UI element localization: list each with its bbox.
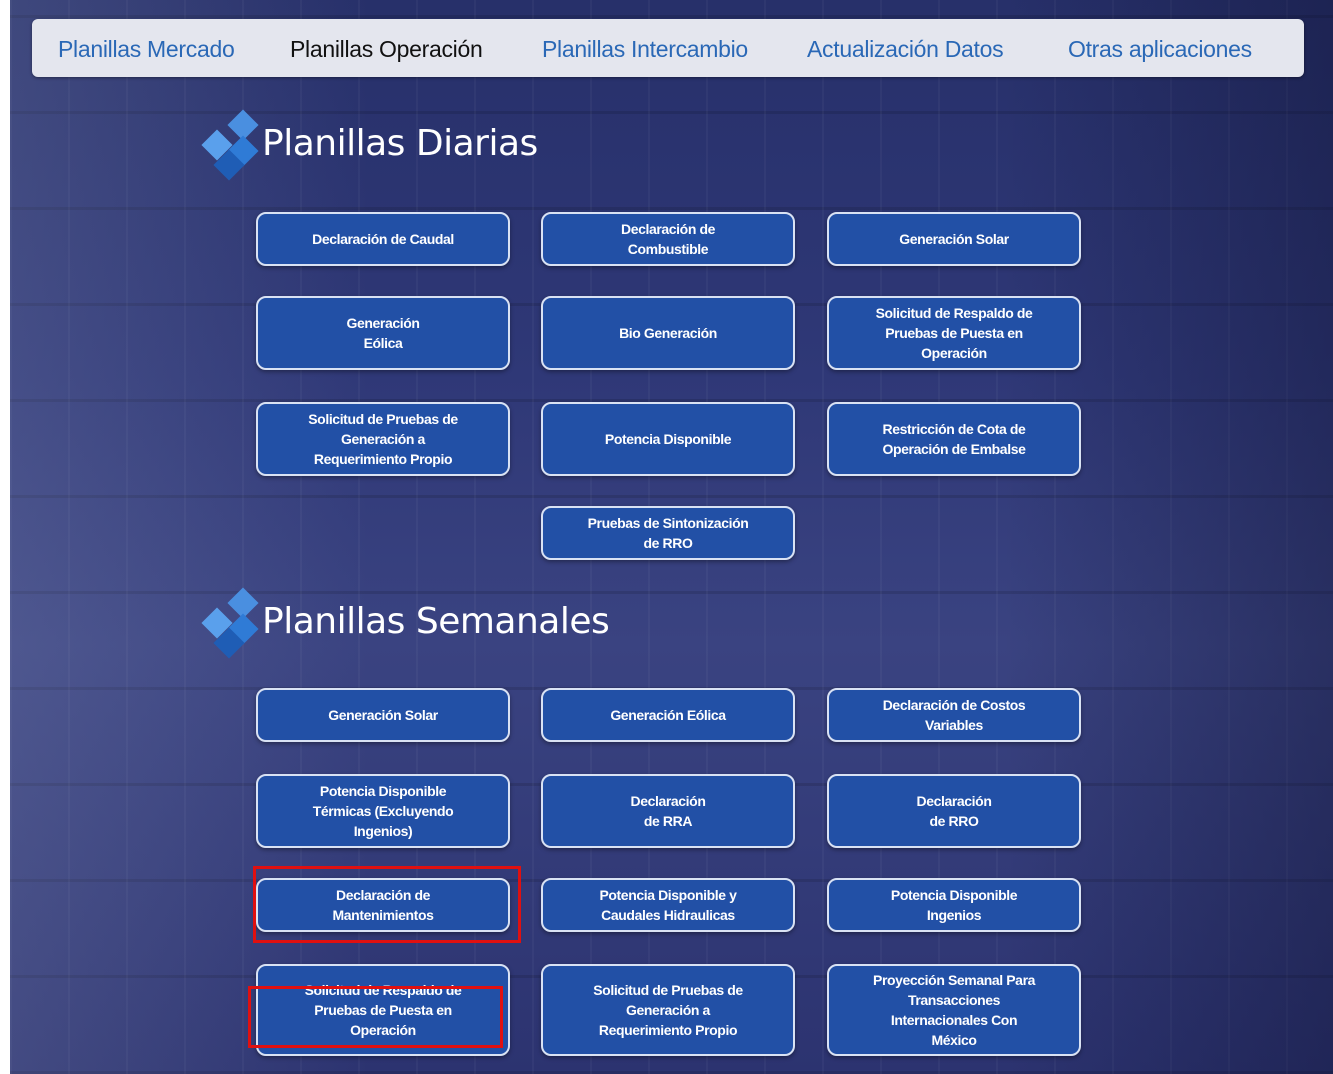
- btn-diaria-restriccion-cota[interactable]: Restricción de Cota de Operación de Emba…: [827, 402, 1081, 476]
- btn-diaria-solicitud-pruebas[interactable]: Solicitud de Pruebas de Generación a Req…: [256, 402, 510, 476]
- btn-diaria-pruebas-sintonizacion[interactable]: Pruebas de Sintonización de RRO: [541, 506, 795, 560]
- btn-semanal-potencia-caudales[interactable]: Potencia Disponible y Caudales Hidraulic…: [541, 878, 795, 932]
- section-title-semanales: Planillas Semanales: [262, 600, 610, 642]
- btn-diaria-generacion-solar[interactable]: Generación Solar: [827, 212, 1081, 266]
- btn-semanal-solicitud-pruebas[interactable]: Solicitud de Pruebas de Generación a Req…: [541, 964, 795, 1056]
- btn-diaria-potencia-disponible[interactable]: Potencia Disponible: [541, 402, 795, 476]
- btn-semanal-generacion-solar[interactable]: Generación Solar: [256, 688, 510, 742]
- section-heading-semanales: Planillas Semanales: [198, 586, 610, 659]
- nav-planillas-mercado[interactable]: Planillas Mercado: [58, 19, 235, 77]
- btn-diaria-declaracion-combustible[interactable]: Declaración de Combustible: [541, 212, 795, 266]
- btn-semanal-potencia-termicas[interactable]: Potencia Disponible Térmicas (Excluyendo…: [256, 774, 510, 848]
- btn-semanal-declaracion-mantenimientos[interactable]: Declaración de Mantenimientos: [256, 878, 510, 932]
- section-heading-diarias: Planillas Diarias: [198, 108, 538, 181]
- btn-semanal-proyeccion-semanal[interactable]: Proyección Semanal Para Transacciones In…: [827, 964, 1081, 1056]
- nav-planillas-operacion[interactable]: Planillas Operación: [290, 19, 483, 77]
- top-navigation-bar: Planillas Mercado Planillas Operación Pl…: [32, 19, 1304, 77]
- diamond-logo-icon: [198, 109, 264, 181]
- btn-semanal-declaracion-rro[interactable]: Declaración de RRO: [827, 774, 1081, 848]
- btn-semanal-declaracion-rra[interactable]: Declaración de RRA: [541, 774, 795, 848]
- btn-semanal-generacion-eolica[interactable]: Generación Eólica: [541, 688, 795, 742]
- nav-planillas-intercambio[interactable]: Planillas Intercambio: [542, 19, 748, 77]
- nav-otras-aplicaciones[interactable]: Otras aplicaciones: [1068, 19, 1252, 77]
- btn-diaria-bio-generacion[interactable]: Bio Generación: [541, 296, 795, 370]
- btn-semanal-potencia-ingenios[interactable]: Potencia Disponible Ingenios: [827, 878, 1081, 932]
- nav-actualizacion-datos[interactable]: Actualización Datos: [807, 19, 1004, 77]
- btn-diaria-declaracion-caudal[interactable]: Declaración de Caudal: [256, 212, 510, 266]
- diamond-logo-icon: [198, 587, 264, 659]
- btn-semanal-costos-variables[interactable]: Declaración de Costos Variables: [827, 688, 1081, 742]
- btn-semanal-solicitud-respaldo[interactable]: Solicitud de Respaldo de Pruebas de Pues…: [256, 964, 510, 1056]
- btn-diaria-solicitud-respaldo[interactable]: Solicitud de Respaldo de Pruebas de Pues…: [827, 296, 1081, 370]
- section-title-diarias: Planillas Diarias: [262, 122, 538, 164]
- btn-diaria-generacion-eolica[interactable]: Generación Eólica: [256, 296, 510, 370]
